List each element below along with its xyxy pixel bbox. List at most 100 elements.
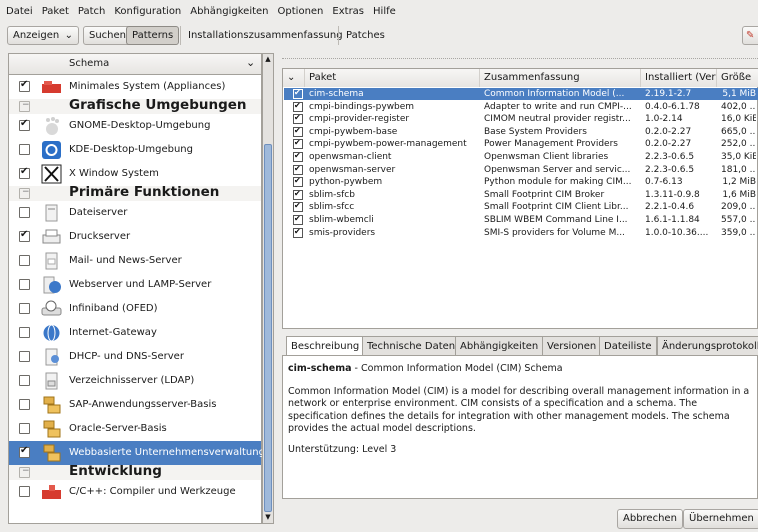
- column-header-groesse[interactable]: Größe: [717, 69, 758, 87]
- tab-installation-summary[interactable]: Installationszusammenfassung: [182, 26, 349, 45]
- pattern-checkbox[interactable]: [19, 144, 30, 155]
- table-row[interactable]: cmpi-pywbem-power-management Power Manage…: [284, 138, 758, 150]
- pattern-checkbox[interactable]: [19, 255, 30, 266]
- pattern-checkbox[interactable]: [19, 229, 30, 242]
- category-row[interactable]: Grafische Umgebungen: [9, 97, 261, 114]
- column-header-installiert[interactable]: Installiert (Ver: [641, 69, 717, 87]
- pattern-row[interactable]: Verzeichnisserver (LDAP): [9, 369, 261, 393]
- menu-datei[interactable]: Datei: [6, 6, 33, 17]
- accept-button[interactable]: Übernehmen: [683, 509, 758, 529]
- table-row[interactable]: cmpi-bindings-pywbem Adapter to write and…: [284, 101, 758, 113]
- pattern-row[interactable]: C/C++: Compiler und Werkzeuge: [9, 480, 261, 504]
- scrollbar-thumb[interactable]: [264, 144, 272, 512]
- table-row[interactable]: cmpi-pywbem-base Base System Providers 0.2…: [284, 126, 758, 138]
- tab-patterns[interactable]: Patterns: [126, 26, 180, 45]
- package-checkbox[interactable]: [293, 88, 303, 99]
- pattern-checkbox[interactable]: [19, 303, 30, 314]
- package-checkbox[interactable]: [293, 201, 303, 213]
- cancel-button[interactable]: Abbrechen: [617, 509, 683, 529]
- package-checkbox[interactable]: [293, 176, 303, 188]
- category-row[interactable]: Primäre Funktionen: [9, 184, 261, 201]
- web-server-icon: [41, 275, 62, 295]
- pattern-row[interactable]: Dateiserver: [9, 201, 261, 225]
- pattern-checkbox[interactable]: [19, 327, 30, 338]
- tool-icon[interactable]: ✎: [742, 26, 758, 45]
- tab-patches[interactable]: Patches: [340, 26, 391, 45]
- pattern-checkbox[interactable]: [19, 445, 30, 458]
- menu-patch[interactable]: Patch: [78, 6, 105, 17]
- package-checkbox[interactable]: [293, 227, 303, 238]
- table-row[interactable]: sblim-sfcc Small Footprint CIM Client Lib…: [284, 201, 758, 213]
- table-row[interactable]: openwsman-client Openwsman Client librari…: [284, 151, 758, 163]
- view-dropdown[interactable]: Anzeigen ⌄: [7, 26, 79, 45]
- collapse-toggle[interactable]: [19, 187, 30, 199]
- collapse-toggle[interactable]: [19, 100, 30, 112]
- pane-grip[interactable]: [282, 58, 758, 64]
- menu-konfiguration[interactable]: Konfiguration: [114, 6, 181, 17]
- pattern-row[interactable]: X Window System: [9, 162, 261, 186]
- category-row[interactable]: Entwicklung: [9, 463, 261, 480]
- pattern-checkbox[interactable]: [19, 207, 30, 218]
- tab-aenderungsprotokoll[interactable]: Änderungsprotokoll: [657, 336, 758, 356]
- package-checkbox[interactable]: [293, 151, 303, 162]
- menu-paket[interactable]: Paket: [42, 6, 69, 17]
- column-header-zusammenfassung[interactable]: Zusammenfassung: [480, 69, 641, 87]
- table-row[interactable]: sblim-wbemcli SBLIM WBEM Command Line I..…: [284, 214, 758, 226]
- pattern-row[interactable]: Webserver und LAMP-Server: [9, 273, 261, 297]
- mail-server-icon: [41, 251, 62, 271]
- pattern-row[interactable]: GNOME-Desktop-Umgebung: [9, 114, 261, 138]
- pattern-checkbox[interactable]: [19, 279, 30, 290]
- pattern-row[interactable]: Oracle-Server-Basis: [9, 417, 261, 441]
- pattern-row[interactable]: Webbasierte Unternehmensverwaltung: [9, 441, 265, 465]
- pattern-checkbox[interactable]: [19, 423, 30, 434]
- column-header-paket[interactable]: Paket: [305, 69, 480, 87]
- pattern-list-header[interactable]: Schema ⌄: [8, 53, 262, 75]
- pattern-checkbox[interactable]: [19, 375, 30, 386]
- tab-versionen[interactable]: Versionen: [542, 336, 602, 356]
- tab-abhaengigkeiten[interactable]: Abhängigkeiten: [455, 336, 544, 356]
- pattern-checkbox[interactable]: [19, 79, 30, 92]
- pattern-row[interactable]: Infiniband (OFED): [9, 297, 261, 321]
- pattern-row[interactable]: Druckserver: [9, 225, 261, 249]
- menu-extras[interactable]: Extras: [332, 6, 364, 17]
- pattern-checkbox[interactable]: [19, 399, 30, 410]
- package-checkbox[interactable]: [293, 138, 303, 150]
- pattern-checkbox[interactable]: [19, 486, 30, 497]
- scroll-up-icon[interactable]: ▲: [264, 55, 272, 64]
- package-checkbox[interactable]: [293, 189, 303, 200]
- left-scrollbar[interactable]: ▲ ▼: [262, 53, 274, 524]
- table-row[interactable]: cim-schema Common Information Model (... 2…: [284, 88, 758, 100]
- tab-search[interactable]: Suchen: [83, 26, 133, 45]
- menu-hilfe[interactable]: Hilfe: [373, 6, 396, 17]
- menu-optionen[interactable]: Optionen: [278, 6, 324, 17]
- category-label: Primäre Funktionen: [69, 184, 220, 200]
- pattern-row[interactable]: DHCP- und DNS-Server: [9, 345, 261, 369]
- menu-abhaengigkeiten[interactable]: Abhängigkeiten: [190, 6, 268, 17]
- table-row[interactable]: smis-providers SMI-S providers for Volume…: [284, 227, 758, 239]
- package-checkbox[interactable]: [293, 126, 303, 137]
- collapse-toggle[interactable]: [19, 466, 30, 478]
- table-row[interactable]: python-pywbem Python module for making CI…: [284, 176, 758, 188]
- scroll-down-icon[interactable]: ▼: [264, 513, 272, 522]
- pattern-row[interactable]: KDE-Desktop-Umgebung: [9, 138, 261, 162]
- pattern-row[interactable]: Mail- und News-Server: [9, 249, 261, 273]
- package-checkbox[interactable]: [293, 101, 303, 112]
- network-drive-icon: [41, 299, 62, 319]
- table-row[interactable]: cmpi-provider-register CIMOM neutral prov…: [284, 113, 758, 125]
- tab-dateiliste[interactable]: Dateiliste: [599, 336, 657, 356]
- pattern-label: X Window System: [69, 168, 159, 179]
- tab-beschreibung[interactable]: Beschreibung: [286, 336, 365, 357]
- package-checkbox[interactable]: [293, 164, 303, 175]
- pattern-row[interactable]: SAP-Anwendungsserver-Basis: [9, 393, 261, 417]
- pattern-checkbox[interactable]: [19, 118, 30, 131]
- package-checkbox[interactable]: [293, 214, 303, 225]
- pattern-row[interactable]: Internet-Gateway: [9, 321, 261, 345]
- table-row[interactable]: openwsman-server Openwsman Server and ser…: [284, 164, 758, 176]
- pattern-row[interactable]: Minimales System (Appliances): [9, 75, 261, 99]
- column-toggle-header[interactable]: ⌄: [283, 69, 305, 87]
- table-row[interactable]: sblim-sfcb Small Footprint CIM Broker 1.3.…: [284, 189, 758, 201]
- pattern-checkbox[interactable]: [19, 351, 30, 362]
- pattern-checkbox[interactable]: [19, 166, 30, 179]
- tab-technische-daten[interactable]: Technische Daten: [362, 336, 461, 356]
- package-checkbox[interactable]: [293, 113, 303, 125]
